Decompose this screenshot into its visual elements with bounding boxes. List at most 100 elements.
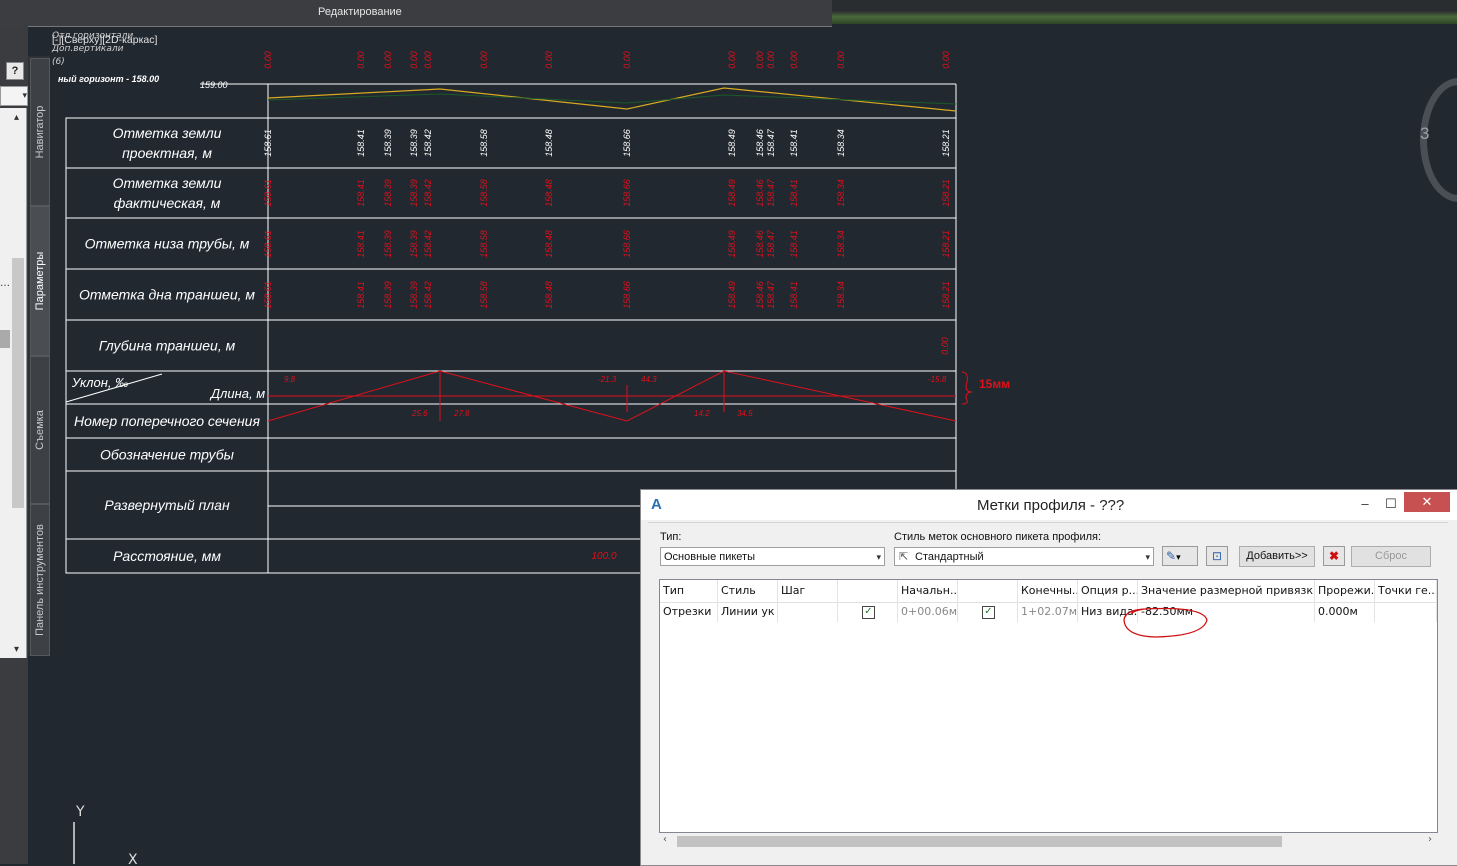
- column-header[interactable]: [838, 580, 898, 602]
- column-header[interactable]: Значение размерной привязки: [1138, 580, 1315, 602]
- design-elevation: 158.41: [789, 129, 799, 157]
- length-value: 34.5: [737, 409, 753, 418]
- row-end-check-cell: ✓: [958, 602, 1018, 622]
- depth-value: 0.00: [940, 337, 950, 355]
- elevation-value: 158.39: [383, 230, 393, 258]
- elevation-value: 158.61: [263, 179, 273, 207]
- elevation-value: 158.61: [263, 281, 273, 309]
- edit-style-icon: ✎: [1166, 549, 1177, 563]
- station-zero: 0.00: [544, 51, 554, 69]
- elevation-value: 158.49: [727, 179, 737, 207]
- station-zero: 0.00: [766, 51, 776, 69]
- row-label: Отметка земли: [113, 175, 222, 191]
- elevation-value: 158.21: [941, 179, 951, 207]
- design-elevation: 158.61: [263, 129, 273, 157]
- viewcube-label[interactable]: 3: [1420, 124, 1429, 144]
- type-select[interactable]: Основные пикеты ▾: [660, 547, 885, 566]
- scroll-thumb[interactable]: [677, 836, 1282, 847]
- column-header[interactable]: Стиль: [718, 580, 778, 602]
- row-style[interactable]: Линии ук: [718, 602, 778, 622]
- design-elevation: 158.46: [755, 129, 765, 157]
- design-elevation: 158.58: [479, 129, 489, 157]
- length-value: 25.6: [411, 409, 428, 418]
- slope-value: -21.3: [598, 375, 617, 384]
- station-zero: 0.00: [789, 51, 799, 69]
- column-header[interactable]: Точки ге...: [1375, 580, 1437, 602]
- row-label: фактическая, м: [114, 195, 221, 211]
- elevation-value: 158.41: [789, 230, 799, 258]
- elevation-value: 158.46: [755, 179, 765, 207]
- row-start-check-cell: ✓: [838, 602, 898, 622]
- end-checkbox[interactable]: ✓: [982, 606, 995, 619]
- column-header[interactable]: Шаг: [778, 580, 838, 602]
- chevron-down-icon[interactable]: ▾: [14, 644, 19, 655]
- column-header[interactable]: Начальн...: [898, 580, 958, 602]
- station-zero: 0.00: [356, 51, 366, 69]
- row-label: проектная, м: [122, 145, 212, 161]
- dimension-brace: [961, 371, 973, 405]
- design-elevation: 158.47: [766, 128, 776, 157]
- column-header[interactable]: Конечны...: [1018, 580, 1078, 602]
- row-thin[interactable]: 0.000м: [1315, 602, 1375, 622]
- length-value: 27.8: [453, 409, 470, 418]
- elevation-value: 158.46: [755, 281, 765, 309]
- design-elevation: 158.34: [836, 129, 846, 157]
- row-start[interactable]: 0+00.06м: [898, 602, 958, 622]
- horizon-label: ный горизонт - 158.00: [58, 74, 159, 84]
- start-checkbox[interactable]: ✓: [862, 606, 875, 619]
- slope-value: 9.8: [284, 375, 296, 384]
- elevation-value: 158.58: [479, 230, 489, 258]
- station-zero: 0.00: [383, 51, 393, 69]
- datum-label: 159.00: [200, 80, 228, 90]
- elevation-value: 158.39: [409, 230, 419, 258]
- app-logo-icon: A: [651, 496, 662, 513]
- elevation-value: 158.47: [766, 229, 776, 258]
- reset-button[interactable]: Сброс: [1351, 546, 1431, 567]
- station-zero: 0.00: [409, 51, 419, 69]
- row-label: Отметка низа трубы, м: [85, 236, 250, 252]
- station-zero: 0.00: [479, 51, 489, 69]
- svg-text:Y: Y: [75, 804, 85, 820]
- add-button[interactable]: Добавить>>: [1239, 546, 1315, 567]
- row-type[interactable]: Отрезки: [660, 602, 718, 622]
- grid-header: Тип Стиль Шаг Начальн... Конечны... Опци…: [660, 580, 1437, 603]
- row-geom[interactable]: [1375, 602, 1437, 622]
- type-label: Тип:: [660, 531, 682, 543]
- column-header[interactable]: [958, 580, 1018, 602]
- elevation-value: 158.49: [727, 230, 737, 258]
- elevation-value: 158.61: [263, 230, 273, 258]
- elevation-value: 158.47: [766, 280, 776, 309]
- elevation-value: 158.41: [789, 281, 799, 309]
- delete-icon[interactable]: ✖: [1323, 546, 1345, 566]
- elevation-value: 158.48: [544, 281, 554, 309]
- column-header[interactable]: Опция р...: [1078, 580, 1138, 602]
- labels-grid[interactable]: Тип Стиль Шаг Начальн... Конечны... Опци…: [659, 579, 1438, 833]
- style-select[interactable]: ⇱ Стандартный ▾: [894, 547, 1154, 566]
- design-elevation: 158.39: [383, 129, 393, 157]
- table-row[interactable]: Отрезки Линии ук ✓ 0+00.06м ✓ 1+02.07м Н…: [660, 602, 1437, 622]
- row-label: Глубина траншеи, м: [99, 338, 236, 354]
- length-value: 14.2: [694, 409, 710, 418]
- dialog-title-bar[interactable]: A Метки профиля - ??? – ☐ ✕: [641, 490, 1457, 520]
- design-elevation: 158.21: [941, 129, 951, 157]
- row-step[interactable]: [778, 602, 838, 622]
- elevation-value: 158.41: [356, 281, 366, 309]
- design-elevation: 158.39: [409, 129, 419, 157]
- style-label: Стиль меток основного пикета профиля:: [894, 531, 1102, 543]
- preview-icon: ⊡: [1211, 549, 1223, 563]
- elevation-value: 158.21: [941, 281, 951, 309]
- elevation-value: 158.34: [836, 281, 846, 309]
- close-icon[interactable]: ✕: [1404, 492, 1450, 512]
- elevation-value: 158.39: [409, 179, 419, 207]
- elevation-value: 158.39: [409, 281, 419, 309]
- preview-button[interactable]: ⊡: [1206, 546, 1228, 566]
- elevation-value: 158.34: [836, 230, 846, 258]
- station-zero: 0.00: [755, 51, 765, 69]
- grid-scrollbar[interactable]: ‹ ›: [659, 833, 1436, 850]
- edit-style-button[interactable]: ✎▾: [1162, 546, 1198, 566]
- row-label: Развернутый план: [104, 497, 230, 513]
- column-header[interactable]: Тип: [660, 580, 718, 602]
- maximize-icon[interactable]: ☐: [1376, 494, 1406, 514]
- row-end[interactable]: 1+02.07м: [1018, 602, 1078, 622]
- column-header[interactable]: Прорежи...: [1315, 580, 1375, 602]
